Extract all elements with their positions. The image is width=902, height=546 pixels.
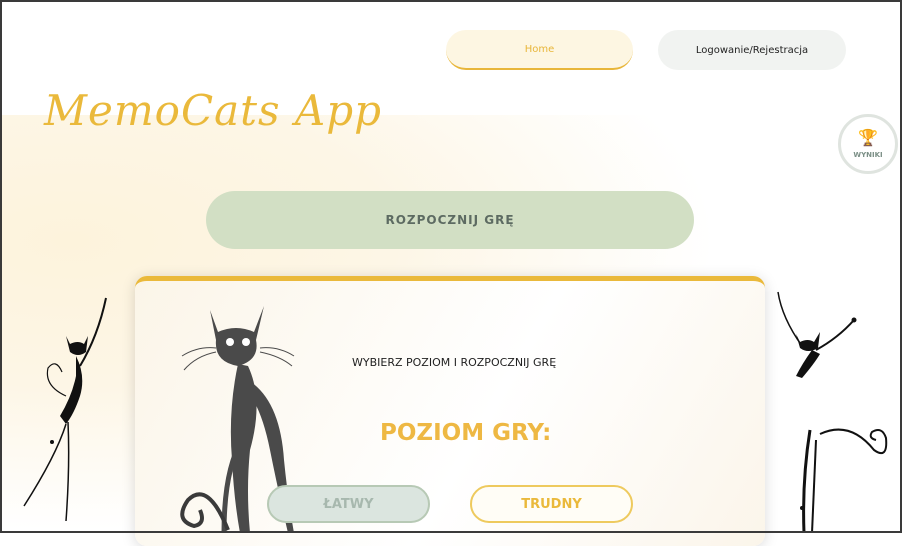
level-hard-button[interactable]: TRUDNY: [470, 485, 633, 523]
nav-login-register-button[interactable]: Logowanie/Rejestracja: [658, 30, 846, 70]
start-game-button[interactable]: ROZPOCZNIJ GRĘ: [206, 191, 694, 249]
results-button[interactable]: 🏆 WYNIKI: [838, 114, 898, 174]
cat-illustration-right-bottom: [800, 428, 888, 534]
cat-illustration-left: [23, 297, 107, 522]
trophy-icon: 🏆: [858, 128, 878, 147]
cat-illustration-right-top: [777, 291, 857, 378]
app-logo: MemoCats App: [44, 86, 383, 135]
level-easy-button[interactable]: ŁATWY: [267, 485, 430, 523]
results-label: WYNIKI: [853, 151, 883, 159]
nav-home-button[interactable]: Home: [446, 30, 633, 70]
level-title: POZIOM GRY:: [380, 420, 552, 446]
game-instruction: WYBIERZ POZIOM I ROZPOCZNIJ GRĘ: [352, 356, 557, 369]
